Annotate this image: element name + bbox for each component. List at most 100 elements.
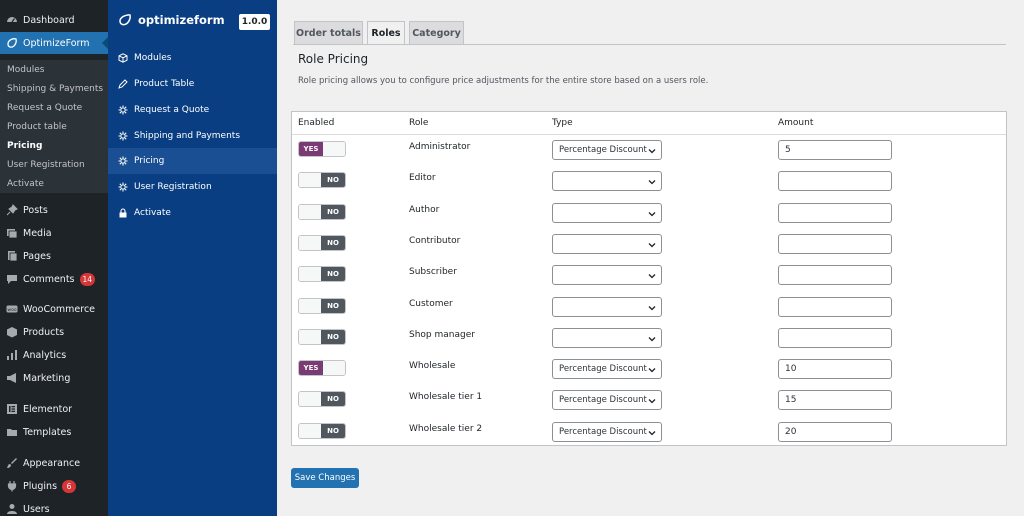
menu-posts[interactable]: Posts — [0, 199, 108, 221]
enabled-toggle[interactable]: NO — [298, 328, 346, 345]
type-select[interactable] — [552, 202, 662, 223]
amount-input[interactable] — [778, 233, 892, 254]
amount-input[interactable]: 5 — [778, 140, 892, 160]
dashboard-icon — [5, 13, 19, 27]
menu-optimizeform[interactable]: OptimizeForm — [0, 32, 108, 54]
nav-label: Product Table — [134, 79, 195, 89]
menu-label: Comments — [23, 273, 75, 285]
type-select[interactable] — [552, 233, 662, 254]
submenu-request-quote[interactable]: Request a Quote — [0, 98, 108, 117]
type-select[interactable]: Percentage Discount — [552, 359, 662, 380]
table-row: NO Contributor — [292, 230, 1006, 261]
plugins-count-badge: 6 — [62, 479, 77, 493]
toggle-label: NO — [321, 204, 345, 219]
chevron-down-icon — [648, 211, 656, 217]
header-divider — [292, 134, 1006, 135]
enabled-toggle[interactable]: NO — [298, 172, 346, 189]
type-select[interactable]: Percentage Discount — [552, 390, 662, 411]
toggle-label: NO — [321, 267, 345, 282]
type-select-value: Percentage Discount — [559, 395, 647, 406]
menu-dashboard[interactable]: Dashboard — [0, 9, 108, 31]
comment-icon — [5, 272, 19, 286]
type-select[interactable] — [552, 265, 662, 286]
chevron-down-icon — [648, 399, 656, 404]
menu-comments[interactable]: Comments 14 — [0, 268, 108, 290]
menu-pages[interactable]: Pages — [0, 245, 108, 267]
tab-roles[interactable]: Roles — [367, 21, 405, 45]
nav-shipping-payments[interactable]: Shipping and Payments — [108, 123, 277, 149]
amount-input[interactable] — [778, 296, 892, 317]
submenu-modules[interactable]: Modules — [0, 60, 108, 79]
toggle-label: YES — [299, 142, 323, 156]
amount-input[interactable] — [778, 265, 892, 286]
submenu-pricing[interactable]: Pricing — [0, 136, 108, 155]
menu-label: Posts — [23, 204, 48, 216]
amount-input[interactable]: 15 — [778, 390, 892, 411]
menu-woocommerce[interactable]: woo WooCommerce — [0, 298, 108, 320]
role-name: Administrator — [409, 142, 471, 152]
type-select[interactable] — [552, 171, 662, 192]
submenu-user-registration[interactable]: User Registration — [0, 155, 108, 174]
amount-input[interactable] — [778, 327, 892, 348]
menu-plugins[interactable]: Plugins 6 — [0, 475, 108, 497]
submenu-shipping-payments[interactable]: Shipping & Payments — [0, 79, 108, 98]
save-changes-button[interactable]: Save Changes — [291, 468, 359, 488]
woocommerce-icon: woo — [5, 302, 19, 316]
enabled-toggle[interactable]: NO — [298, 234, 346, 251]
amount-input[interactable]: 10 — [778, 359, 892, 380]
enabled-toggle[interactable]: NO — [298, 266, 346, 283]
enabled-toggle[interactable]: NO — [298, 203, 346, 220]
nav-modules[interactable]: Modules — [108, 45, 277, 71]
enabled-toggle[interactable]: YES — [298, 141, 346, 157]
type-select[interactable]: Percentage Discount — [552, 421, 662, 442]
menu-elementor[interactable]: Elementor — [0, 398, 108, 420]
role-pricing-table: Enabled Role Type Amount YES Administrato… — [291, 111, 1007, 446]
type-select[interactable] — [552, 296, 662, 317]
enabled-toggle[interactable]: NO — [298, 422, 346, 439]
enabled-toggle[interactable]: NO — [298, 391, 346, 408]
table-row: YES Wholesale Percentage Discount 10 — [292, 355, 1006, 386]
amount-input[interactable] — [778, 202, 892, 223]
menu-analytics[interactable]: Analytics — [0, 344, 108, 366]
role-name: Wholesale — [409, 361, 456, 372]
table-row: NO Wholesale tier 1 Percentage Discount 15 — [292, 386, 1006, 417]
cube-icon — [118, 53, 128, 63]
toggle-label: NO — [321, 173, 345, 188]
menu-templates[interactable]: Templates — [0, 421, 108, 443]
type-select-value: Percentage Discount — [559, 364, 647, 375]
toggle-knob — [299, 173, 322, 188]
menu-users[interactable]: Users — [0, 498, 108, 516]
menu-products[interactable]: Products — [0, 321, 108, 343]
nav-user-registration[interactable]: User Registration — [108, 174, 277, 200]
menu-media[interactable]: Media — [0, 222, 108, 244]
menu-label: Media — [23, 227, 52, 239]
submenu-product-table[interactable]: Product table — [0, 117, 108, 136]
type-select[interactable] — [552, 327, 662, 348]
menu-label: Elementor — [23, 403, 73, 415]
type-select[interactable]: Percentage Discount — [552, 140, 662, 160]
submenu-activate[interactable]: Activate — [0, 174, 108, 193]
nav-label: User Registration — [134, 182, 212, 192]
menu-appearance[interactable]: Appearance — [0, 452, 108, 474]
nav-product-table[interactable]: Product Table — [108, 71, 277, 97]
tab-category[interactable]: Category — [409, 21, 464, 44]
amount-input[interactable] — [778, 171, 892, 192]
amount-input[interactable]: 20 — [778, 421, 892, 442]
plug-icon — [5, 479, 19, 493]
nav-pricing[interactable]: Pricing — [108, 148, 277, 174]
table-row: YES Administrator Percentage Discount 5 — [292, 136, 1006, 167]
nav-activate[interactable]: Activate — [108, 200, 277, 226]
enabled-toggle[interactable]: YES — [298, 360, 346, 377]
nav-request-quote[interactable]: Request a Quote — [108, 97, 277, 123]
nav-label: Modules — [134, 53, 172, 63]
nav-label: Pricing — [134, 156, 165, 166]
tab-order-totals[interactable]: Order totals — [294, 21, 363, 44]
enabled-toggle[interactable]: NO — [298, 297, 346, 314]
type-select-value: Percentage Discount — [559, 145, 647, 155]
optimizeform-icon — [5, 36, 19, 50]
nav-label: Shipping and Payments — [134, 131, 241, 141]
table-row: NO Wholesale tier 2 Percentage Discount 20 — [292, 418, 1006, 449]
toggle-label: NO — [321, 329, 345, 344]
lock-icon — [119, 208, 127, 218]
menu-marketing[interactable]: Marketing — [0, 367, 108, 389]
